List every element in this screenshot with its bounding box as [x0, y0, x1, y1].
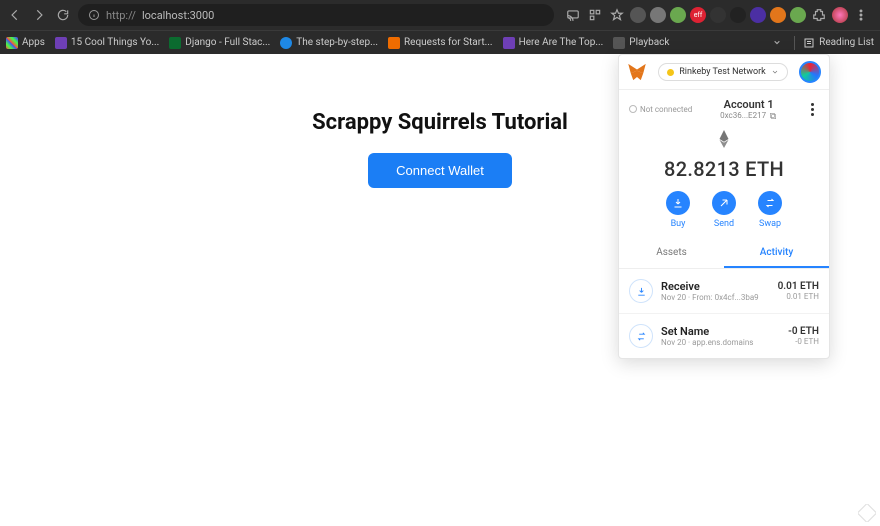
tx-row-1[interactable]: Set Name Nov 20 · app.ens.domains -0 ETH… [619, 314, 829, 358]
bookmark-6[interactable]: Playback [613, 37, 669, 49]
account-row: Not connected Account 1 0xc36...E217 [619, 90, 829, 124]
extensions-icon[interactable] [810, 6, 828, 24]
tx-amount-secondary: -0 ETH [788, 337, 819, 346]
download-icon [672, 197, 684, 209]
eth-icon [619, 130, 829, 151]
connect-wallet-button[interactable]: Connect Wallet [368, 153, 512, 188]
chevron-down-icon [771, 68, 779, 76]
ext-icon-9[interactable] [790, 7, 806, 23]
receive-icon [629, 279, 653, 303]
browser-chrome: http:// localhost:3000 eff Apps 15 Cool T… [0, 0, 880, 54]
copy-icon [769, 112, 777, 120]
account-name[interactable]: Account 1 [692, 98, 805, 111]
tx-title: Set Name [661, 325, 780, 338]
bookmark-1[interactable]: 15 Cool Things Yo... [55, 37, 159, 49]
bookmarks-bar: Apps 15 Cool Things Yo... Django - Full … [0, 30, 880, 54]
ext-icon-6[interactable] [730, 7, 746, 23]
cast-icon[interactable] [564, 6, 582, 24]
kebab-menu-icon[interactable] [852, 6, 870, 24]
separator [794, 36, 795, 50]
reading-list-button[interactable]: Reading List [803, 37, 874, 49]
url-prefix: http:// [106, 9, 136, 22]
tabs: Assets Activity [619, 239, 829, 269]
ext-icon-1[interactable] [630, 7, 646, 23]
tx-sub: Nov 20 · From: 0x4cf...3ba9 [661, 293, 770, 302]
buy-button[interactable]: Buy [666, 191, 690, 229]
ext-icon-metamask[interactable] [770, 7, 786, 23]
tab-activity[interactable]: Activity [724, 239, 829, 268]
network-indicator-icon [667, 69, 674, 76]
network-selector[interactable]: Rinkeby Test Network [658, 63, 787, 81]
bookmark-4[interactable]: Requests for Start... [388, 37, 493, 49]
extension-strip: eff [560, 6, 874, 24]
metamask-header: Rinkeby Test Network [619, 55, 829, 90]
ext-icon-eff[interactable]: eff [690, 7, 706, 23]
bookmark-5[interactable]: Here Are The Top... [503, 37, 604, 49]
ext-icon-3[interactable] [670, 7, 686, 23]
ext-icon-2[interactable] [650, 7, 666, 23]
browser-toolbar: http:// localhost:3000 eff [0, 0, 880, 30]
tx-amount: -0 ETH [788, 326, 819, 337]
account-menu-button[interactable] [805, 103, 819, 116]
bookmark-3[interactable]: The step-by-step... [280, 37, 378, 49]
reload-button[interactable] [54, 6, 72, 24]
page-content: Scrappy Squirrels Tutorial Connect Walle… [0, 54, 880, 526]
account-avatar[interactable] [799, 61, 821, 83]
bookmarks-overflow-icon[interactable] [768, 34, 786, 52]
connection-status[interactable]: Not connected [629, 105, 692, 114]
tx-sub: Nov 20 · app.ens.domains [661, 338, 780, 347]
tx-title: Receive [661, 280, 770, 293]
corner-watermark-icon [858, 504, 876, 522]
forward-button[interactable] [30, 6, 48, 24]
tx-amount-secondary: 0.01 ETH [778, 292, 819, 301]
swap-button[interactable]: Swap [758, 191, 782, 229]
tab-assets[interactable]: Assets [619, 239, 724, 268]
action-row: Buy Send Swap [619, 191, 829, 239]
info-icon [88, 9, 100, 21]
tx-amount: 0.01 ETH [778, 281, 819, 292]
ext-icon-7[interactable] [750, 7, 766, 23]
tx-row-0[interactable]: Receive Nov 20 · From: 0x4cf...3ba9 0.01… [619, 269, 829, 314]
setname-icon [629, 324, 653, 348]
send-button[interactable]: Send [712, 191, 736, 229]
url-bar[interactable]: http:// localhost:3000 [78, 4, 554, 26]
account-address[interactable]: 0xc36...E217 [692, 111, 805, 120]
metamask-fox-icon [627, 62, 647, 82]
network-name: Rinkeby Test Network [679, 67, 765, 77]
back-button[interactable] [6, 6, 24, 24]
metamask-popup: Rinkeby Test Network Not connected Accou… [618, 54, 830, 359]
balance: 82.8213 ETH [619, 151, 829, 191]
arrow-up-right-icon [718, 197, 730, 209]
bookmark-2[interactable]: Django - Full Stac... [169, 37, 270, 49]
ext-icon-5[interactable] [710, 7, 726, 23]
qr-icon[interactable] [586, 6, 604, 24]
apps-button[interactable]: Apps [6, 37, 45, 49]
profile-avatar[interactable] [832, 7, 848, 23]
url-text: localhost:3000 [142, 9, 214, 22]
swap-icon [764, 197, 776, 209]
bookmark-star-icon[interactable] [608, 6, 626, 24]
